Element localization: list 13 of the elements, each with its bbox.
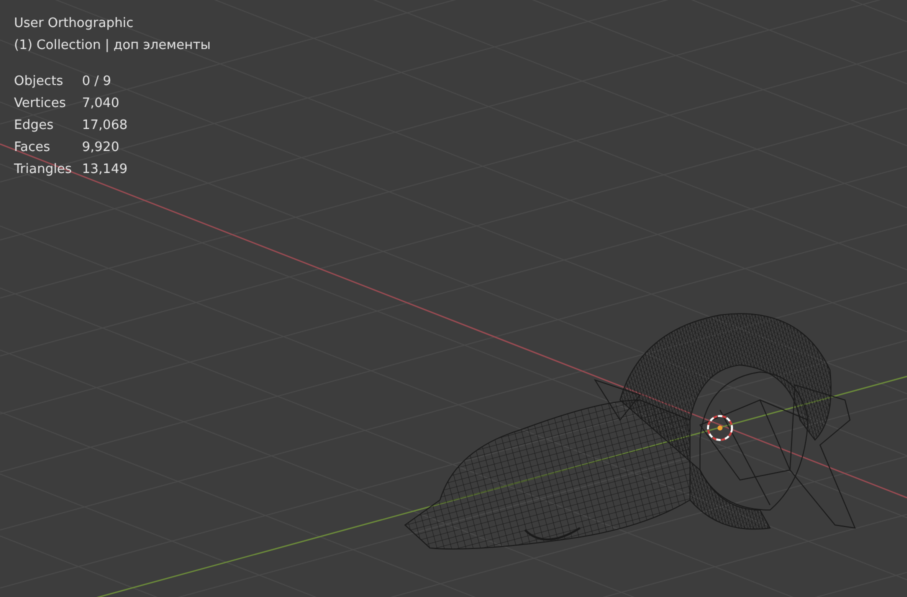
stat-value: 9,920 bbox=[82, 139, 120, 157]
stat-label: Triangles bbox=[14, 161, 73, 179]
stat-value: 17,068 bbox=[82, 117, 128, 135]
stat-label: Objects bbox=[14, 73, 64, 91]
stat-value: 7,040 bbox=[82, 95, 120, 113]
3d-cursor-icon bbox=[707, 415, 733, 441]
stat-label: Edges bbox=[14, 117, 54, 135]
stat-label: Vertices bbox=[14, 95, 67, 113]
stat-value: 13,149 bbox=[82, 161, 128, 179]
view-name-label: User Orthographic bbox=[14, 15, 134, 33]
collection-label: (1) Collection | доп элементы bbox=[14, 37, 211, 55]
stat-label: Faces bbox=[14, 139, 52, 157]
stat-value: 0 / 9 bbox=[82, 73, 112, 91]
